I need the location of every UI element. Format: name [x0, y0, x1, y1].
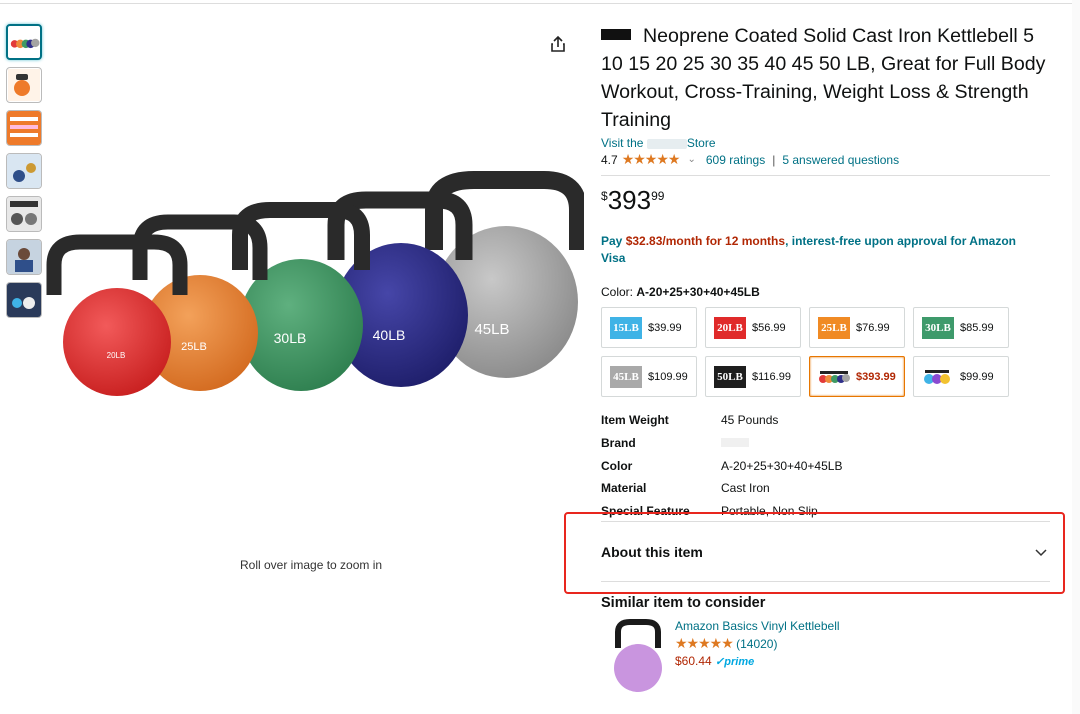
similar-item-heading: Similar item to consider	[601, 595, 766, 611]
spec-row: Item Weight 45 Pounds	[601, 413, 779, 428]
kettlebell-label-30: 30LB	[274, 330, 307, 346]
swatch-set-a-selected[interactable]: $393.99	[809, 356, 905, 397]
swatch-chip: 45LB	[610, 365, 642, 388]
highlight-box	[564, 512, 1065, 594]
thumbnail-1[interactable]	[6, 24, 42, 60]
top-divider	[0, 0, 1080, 4]
swatch-30lb[interactable]: 30LB $85.99	[913, 307, 1009, 348]
color-label: Color: A-20+25+30+40+45LB	[601, 285, 760, 299]
star-rating-icon: ★★★★★	[675, 635, 734, 651]
ratings-link[interactable]: 609 ratings	[706, 153, 765, 167]
similar-item-info: Amazon Basics Vinyl Kettlebell ★★★★★ (14…	[675, 618, 840, 694]
divider	[601, 175, 1050, 176]
color-swatches: 15LB $39.99 20LB $56.99 25LB $76.99 30LB $85…	[601, 307, 1051, 397]
star-rating-icon[interactable]: ★★★★★	[622, 151, 681, 168]
spec-row: Material Cast Iron	[601, 481, 770, 496]
separator: |	[772, 152, 776, 167]
swatch-45lb[interactable]: 45LB $109.99	[601, 356, 697, 397]
redacted-brand-value	[721, 438, 749, 448]
store-link[interactable]: Visit the Store	[601, 136, 1051, 150]
swatch-50lb[interactable]: 50LB $116.99	[705, 356, 801, 397]
kettlebell-label-20: 20LB	[107, 351, 126, 360]
swatch-25lb[interactable]: 25LB $76.99	[809, 307, 905, 348]
similar-item: Amazon Basics Vinyl Kettlebell ★★★★★ (14…	[606, 618, 840, 694]
swatch-20lb[interactable]: 20LB $56.99	[705, 307, 801, 348]
similar-review-count[interactable]: (14020)	[736, 637, 777, 651]
swatch-15lb[interactable]: 15LB $39.99	[601, 307, 697, 348]
kettlebell-label-25: 25LB	[181, 341, 207, 353]
thumbnail-2[interactable]	[6, 67, 42, 103]
zoom-hint: Roll over image to zoom in	[240, 558, 383, 572]
main-product-image[interactable]: 45LB 40LB 30LB 25LB 20LB	[44, 170, 584, 410]
spec-row: Brand	[601, 432, 1051, 455]
similar-item-link[interactable]: Amazon Basics Vinyl Kettlebell	[675, 618, 840, 635]
rating-row: 4.7 ★★★★★ ⌄ 609 ratings | 5 answered que…	[601, 151, 1051, 168]
swatch-chip: 30LB	[922, 316, 954, 339]
spec-row: Color A-20+25+30+40+45LB	[601, 458, 843, 473]
product-title: Neoprene Coated Solid Cast Iron Kettlebe…	[601, 25, 1046, 131]
redacted-brand	[601, 29, 631, 41]
product-specs: Item Weight 45 Pounds Brand Color A-20+25+…	[601, 409, 1051, 522]
prime-badge-icon: ✓prime	[715, 656, 755, 668]
kettlebell-label-40: 40LB	[373, 327, 406, 343]
thumbnail-3[interactable]	[6, 110, 42, 146]
share-icon[interactable]	[548, 34, 568, 54]
thumbnail-4[interactable]	[6, 153, 42, 189]
kettlebell-set-thumbnail	[819, 370, 850, 383]
scrollbar[interactable]	[1072, 0, 1080, 714]
similar-item-image[interactable]	[606, 618, 668, 694]
chevron-down-icon[interactable]: ⌄	[687, 154, 695, 165]
product-details: Neoprene Coated Solid Cast Iron Kettlebe…	[601, 22, 1051, 522]
swatch-chip: 15LB	[610, 316, 642, 339]
swatch-chip: 25LB	[818, 316, 850, 339]
swatch-chip: 20LB	[714, 316, 746, 339]
financing-offer[interactable]: Pay $32.83/month for 12 months, interest…	[601, 233, 1041, 267]
swatch-set-b[interactable]: $99.99	[913, 356, 1009, 397]
answered-questions-link[interactable]: 5 answered questions	[782, 153, 899, 167]
similar-price: $60.44	[675, 654, 712, 668]
kettlebell-set-thumbnail	[924, 369, 950, 384]
swatch-chip: 50LB	[714, 365, 746, 388]
thumbnail-6[interactable]	[6, 239, 42, 275]
thumbnail-strip	[6, 24, 44, 325]
thumbnail-7[interactable]	[6, 282, 42, 318]
thumbnail-5[interactable]	[6, 196, 42, 232]
kettlebell-label-45: 45LB	[474, 321, 509, 338]
redacted-store-name	[646, 138, 687, 149]
price: $ 393 99	[601, 185, 665, 215]
rating-value: 4.7	[601, 152, 618, 167]
